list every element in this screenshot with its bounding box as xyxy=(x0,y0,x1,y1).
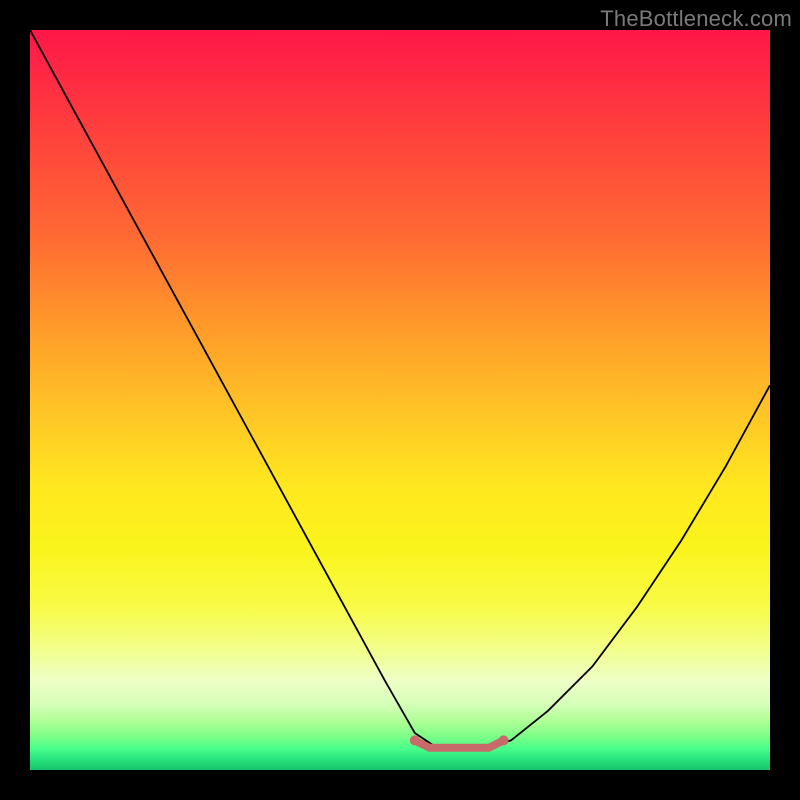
watermark-text: TheBottleneck.com xyxy=(600,6,792,32)
chart-frame: TheBottleneck.com xyxy=(0,0,800,800)
bottleneck-curve xyxy=(30,30,770,748)
gradient-plot-area xyxy=(30,30,770,770)
optimal-region-marker xyxy=(410,735,509,747)
curve-layer xyxy=(30,30,770,770)
